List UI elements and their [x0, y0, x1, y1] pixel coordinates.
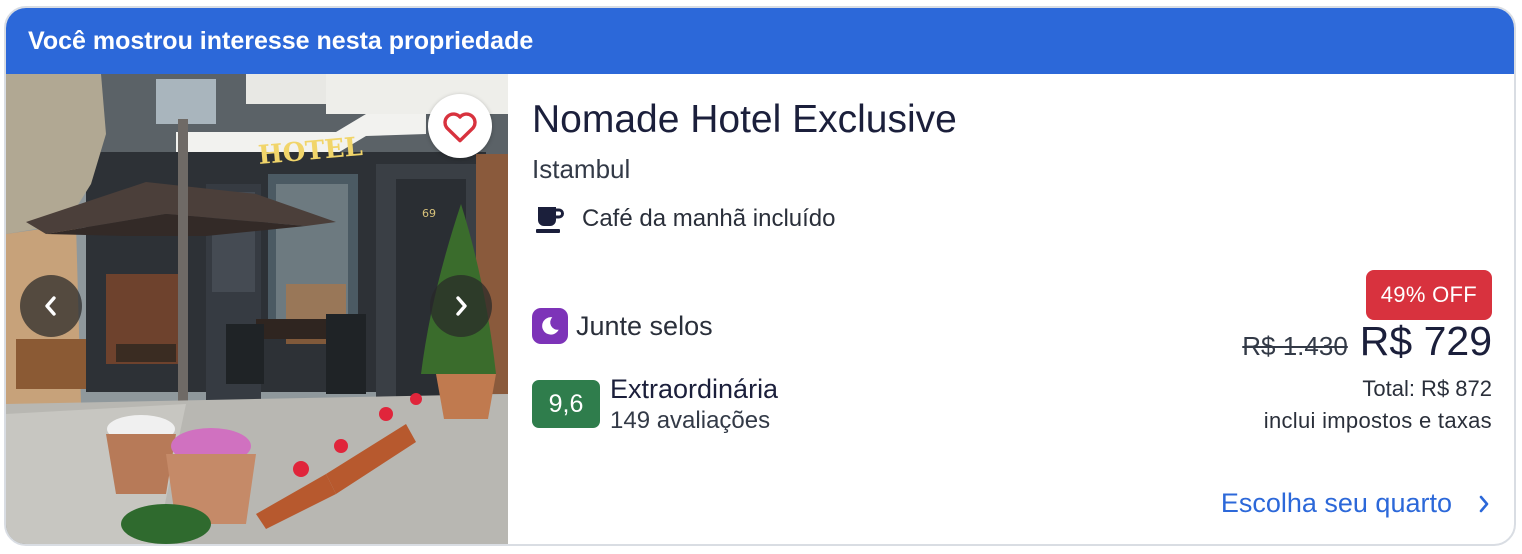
original-price: R$ 1.430 — [1242, 331, 1348, 361]
breakfast-label: Café da manhã incluído — [582, 205, 836, 232]
hotel-photo[interactable]: HOTEL 69 — [6, 74, 508, 544]
moon-icon — [542, 317, 559, 335]
hotel-city: Istambul — [532, 154, 631, 184]
current-price: R$ 729 — [1359, 318, 1492, 364]
stamps-badge-box — [532, 308, 568, 344]
total-price: Total: R$ 872 — [1362, 376, 1492, 401]
chevron-right-icon — [1479, 495, 1489, 512]
next-photo-button[interactable] — [430, 275, 492, 337]
choose-room-link[interactable]: Escolha seu quarto — [1221, 488, 1490, 519]
chevron-right-icon — [456, 296, 467, 316]
taxes-note: inclui impostos e taxas — [1263, 408, 1492, 433]
door-number-text: 69 — [422, 207, 436, 220]
discount-badge: 49% OFF — [1365, 270, 1492, 320]
hotel-name[interactable]: Nomade Hotel Exclusive — [532, 98, 957, 142]
favorite-button[interactable] — [428, 94, 492, 158]
previous-photo-button[interactable] — [20, 275, 82, 337]
stamps-badge: Junte selos — [532, 308, 713, 344]
coffee-cup-icon — [536, 207, 564, 233]
price-row: R$ 1.430 R$ 729 — [1242, 318, 1492, 365]
breakfast-amenity: Café da manhã incluído — [536, 204, 836, 234]
property-info: Nomade Hotel Exclusive Istambul Café da … — [532, 74, 1514, 544]
choose-room-label: Escolha seu quarto — [1220, 488, 1452, 518]
interest-banner: Você mostrou interesse nesta propriedade — [6, 8, 1514, 74]
chevron-left-icon — [45, 296, 56, 316]
review-count: 149 avaliações — [610, 407, 771, 434]
guest-rating[interactable]: 9,6 Extraordinária 149 avaliações — [532, 374, 778, 438]
heart-outline-icon — [443, 112, 477, 143]
rating-score-badge: 9,6 — [532, 380, 600, 428]
rating-label: Extraordinária — [610, 374, 779, 404]
property-card[interactable]: Você mostrou interesse nesta propriedade — [4, 6, 1516, 546]
stamps-label: Junte selos — [576, 310, 713, 341]
